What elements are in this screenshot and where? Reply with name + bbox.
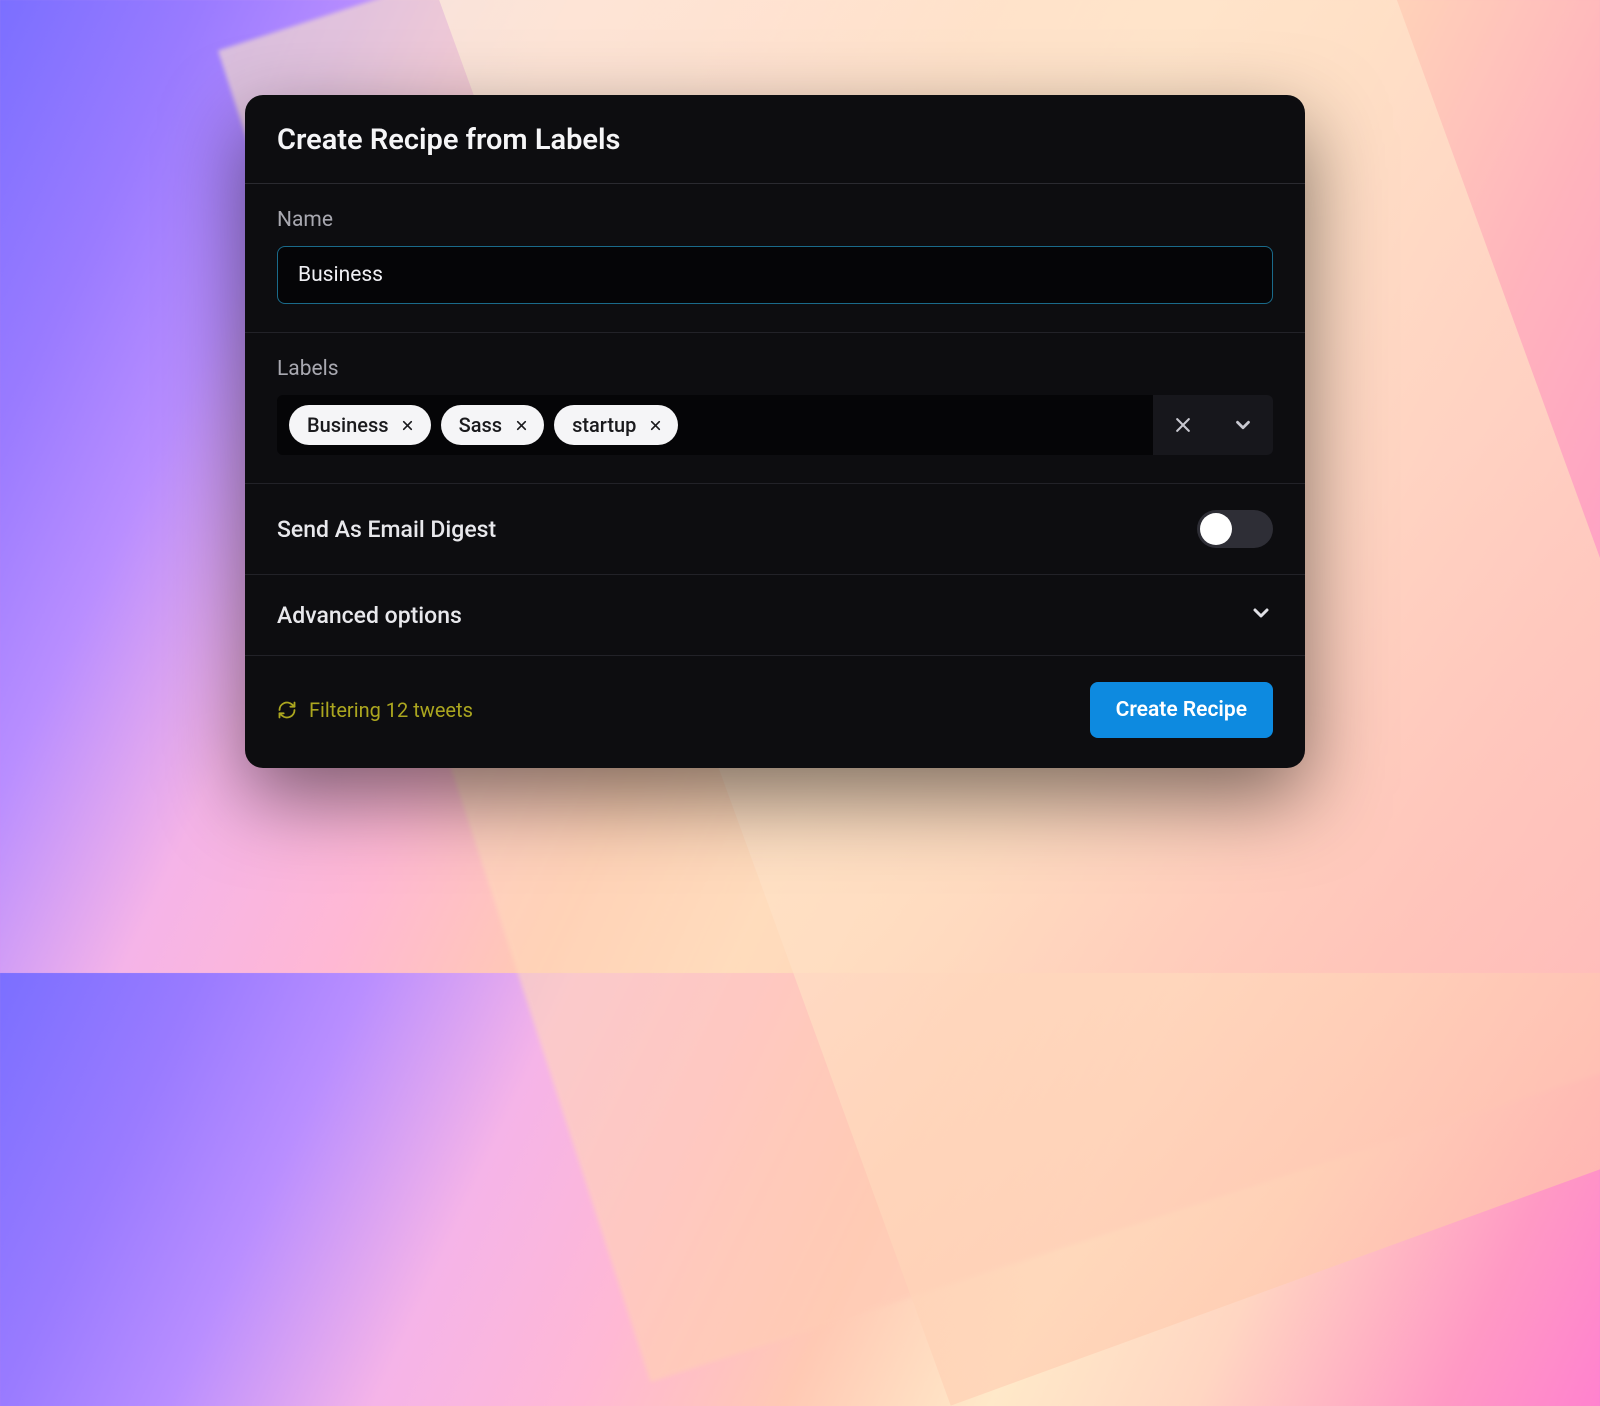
name-label: Name xyxy=(277,208,1273,232)
email-digest-toggle[interactable] xyxy=(1197,510,1273,548)
clear-labels-button[interactable] xyxy=(1153,395,1213,455)
name-input[interactable] xyxy=(277,246,1273,304)
chevron-down-icon xyxy=(1232,414,1254,436)
labels-section: Labels Business Sass startup xyxy=(245,333,1305,484)
labels-label: Labels xyxy=(277,357,1273,381)
label-tag: Sass xyxy=(441,405,544,445)
modal-footer: Filtering 12 tweets Create Recipe xyxy=(245,656,1305,768)
email-digest-label: Send As Email Digest xyxy=(277,516,496,543)
labels-row: Business Sass startup xyxy=(277,395,1273,455)
create-recipe-button[interactable]: Create Recipe xyxy=(1090,682,1273,738)
labels-actions xyxy=(1153,395,1273,455)
label-tag: Business xyxy=(289,405,431,445)
remove-tag-icon[interactable] xyxy=(512,416,530,434)
modal-header: Create Recipe from Labels xyxy=(245,95,1305,184)
name-section: Name xyxy=(245,184,1305,333)
chevron-down-icon xyxy=(1249,601,1273,629)
remove-tag-icon[interactable] xyxy=(646,416,664,434)
toggle-knob xyxy=(1200,513,1232,545)
labels-tag-container[interactable]: Business Sass startup xyxy=(277,395,1153,455)
labels-dropdown-button[interactable] xyxy=(1213,395,1273,455)
remove-tag-icon[interactable] xyxy=(399,416,417,434)
label-tag: startup xyxy=(554,405,678,445)
modal-title: Create Recipe from Labels xyxy=(277,123,1273,157)
label-tag-text: Sass xyxy=(459,413,502,437)
filter-status: Filtering 12 tweets xyxy=(277,698,473,722)
advanced-options-row[interactable]: Advanced options xyxy=(245,575,1305,656)
refresh-icon xyxy=(277,700,297,720)
close-icon xyxy=(1173,415,1193,435)
label-tag-text: Business xyxy=(307,413,389,437)
advanced-options-label: Advanced options xyxy=(277,602,462,629)
label-tag-text: startup xyxy=(572,413,636,437)
filter-status-text: Filtering 12 tweets xyxy=(309,698,473,722)
create-recipe-modal: Create Recipe from Labels Name Labels Bu… xyxy=(245,95,1305,768)
email-digest-row: Send As Email Digest xyxy=(245,484,1305,575)
